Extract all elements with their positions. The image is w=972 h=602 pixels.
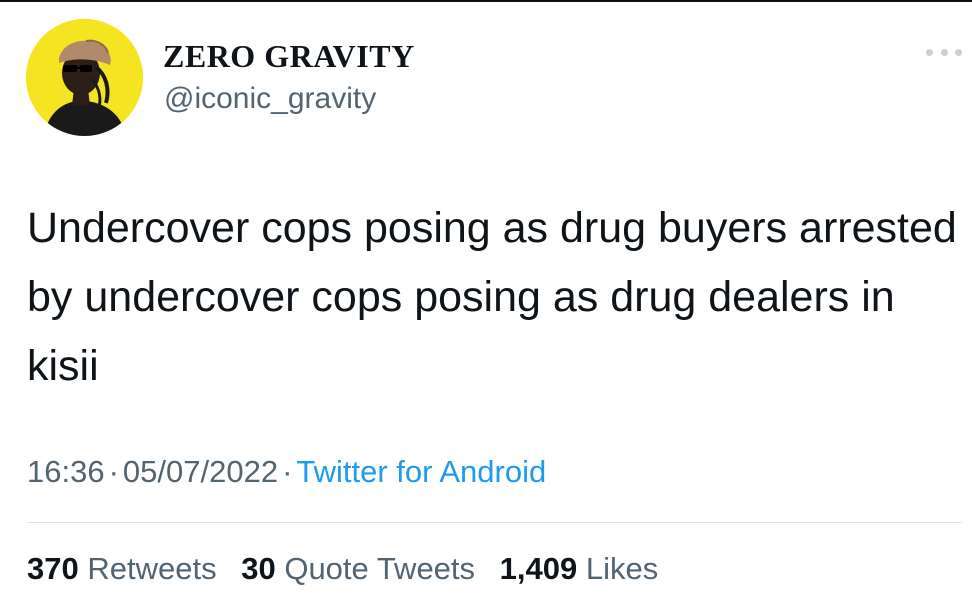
avatar[interactable] (26, 19, 143, 136)
author-display-name[interactable]: ZERO GRAVITY (163, 38, 415, 75)
tweet-card: ZERO GRAVITY @iconic_gravity Undercover … (0, 0, 972, 602)
tweet-date[interactable]: 05/07/2022 (123, 454, 278, 489)
retweets-count: 370 (27, 551, 79, 586)
divider (27, 522, 962, 523)
meta-separator: · (282, 454, 293, 489)
more-dots-icon[interactable] (926, 42, 962, 62)
quote-tweets-count: 30 (241, 551, 276, 586)
likes-stat[interactable]: 1,409 Likes (500, 551, 659, 586)
tweet-meta: 16:36 · 05/07/2022 · Twitter for Android (27, 454, 546, 490)
quote-tweets-stat[interactable]: 30 Quote Tweets (241, 551, 475, 586)
more-dot (940, 48, 948, 56)
more-dot (955, 48, 962, 56)
meta-separator: · (108, 454, 119, 489)
more-dot (926, 48, 933, 56)
likes-label: Likes (585, 551, 659, 586)
author-handle[interactable]: @iconic_gravity (164, 82, 376, 116)
tweet-time[interactable]: 16:36 (27, 454, 105, 489)
likes-count: 1,409 (499, 551, 578, 586)
tweet-source-link[interactable]: Twitter for Android (296, 454, 546, 489)
tweet-stats: 370 Retweets 30 Quote Tweets 1,409 Likes (27, 551, 674, 587)
tweet-text: Undercover cops posing as drug buyers ar… (27, 204, 957, 390)
quote-tweets-label: Quote Tweets (284, 551, 476, 586)
retweets-stat[interactable]: 370 Retweets (27, 551, 217, 586)
avatar-illustration-icon (26, 19, 143, 136)
retweets-label: Retweets (87, 551, 217, 586)
